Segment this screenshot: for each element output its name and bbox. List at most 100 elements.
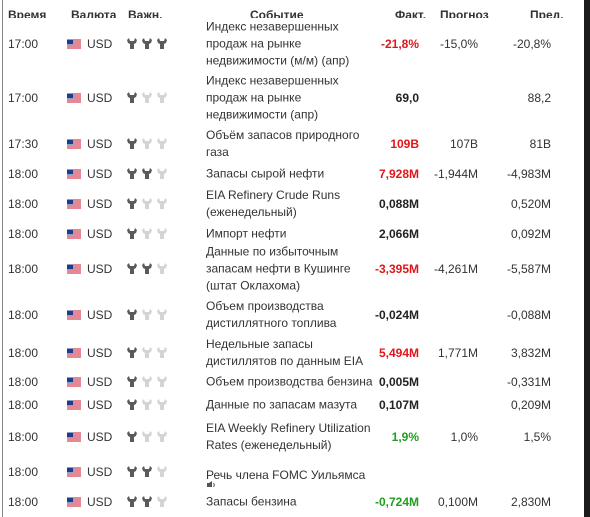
row-event[interactable]: Данные по запасам мазута [206,397,376,414]
table-row[interactable]: 18:00 USD Речь члена FOMC Уильямса [0,457,584,489]
table-row[interactable]: 18:00 USD Импорт нефти 2,066M 0,092M [0,222,584,246]
us-flag-icon [67,93,81,103]
row-event[interactable]: EIA Refinery Crude Runs (еженедельный) [206,187,376,221]
us-flag-icon [67,348,81,358]
importance-indicator [126,347,168,359]
divider [2,0,3,517]
row-actual: -0,024M [374,307,419,322]
table-row[interactable]: 17:30 USD Объём запасов природного газа 109… [0,126,584,163]
importance-indicator [126,466,168,478]
table-row[interactable]: 18:00 USD EIA Refinery Crude Runs (еженеде… [0,186,584,223]
row-previous: 3,832M [510,346,551,360]
bull-icon [142,496,152,507]
row-event[interactable]: Недельные запасы дистиллятов по данным E… [206,336,376,370]
row-forecast: -1,944M [433,167,478,181]
bull-icon [142,263,152,274]
bull-icon [127,38,137,49]
row-event[interactable]: Объём запасов природного газа [206,127,376,161]
bull-icon [157,308,167,320]
bull-icon [157,92,167,103]
row-actual: -21,8% [380,37,419,51]
us-flag-icon [67,169,81,179]
row-time: 18:00 [8,398,39,412]
row-event[interactable]: Речь члена FOMC Уильямса [206,467,376,484]
table-row[interactable]: 17:00 USD Индекс незавершенных продаж на р… [0,70,584,127]
us-flag-icon [67,467,81,477]
row-time: 18:00 [8,430,39,444]
row-forecast: 1,771M [437,346,478,360]
us-flag-icon [67,39,81,49]
importance-indicator [126,308,168,321]
row-currency: USD [87,346,113,360]
us-flag-icon [67,310,81,319]
row-currency: USD [87,91,113,105]
row-previous: 0,520M [510,197,551,211]
row-event[interactable]: Данные по избыточным запасам нефти в Куш… [206,244,376,295]
bull-icon [157,347,167,358]
table-row[interactable]: 18:00 USD Данные по запасам мазута 0,107M 0,… [0,393,584,418]
importance-indicator [126,431,168,443]
table-row[interactable]: 18:00 USD Запасы сырой нефти 7,928M -1,944M -… [0,162,584,187]
us-flag-icon [67,432,81,442]
row-event[interactable]: Индекс незавершенных продаж на рынке нед… [206,19,376,70]
importance-indicator [126,92,168,104]
row-event[interactable]: Запасы бензина [206,494,376,511]
bull-icon [127,496,137,507]
row-event[interactable]: Объем производства бензина [206,373,376,390]
bull-icon [157,168,167,179]
bull-icon [127,466,137,477]
row-time: 18:00 [8,197,39,211]
bull-icon [157,399,167,410]
row-previous: 88,2 [527,91,551,105]
row-previous: -20,8% [512,37,551,51]
us-flag-icon [67,139,81,149]
row-time: 18:00 [8,307,39,322]
importance-indicator [126,263,168,275]
table-row[interactable]: 18:00 USD Данные по избыточным запасам неф… [0,245,584,294]
bull-icon [127,431,137,442]
row-currency: USD [87,37,113,51]
bull-icon [157,198,167,209]
row-actual: 7,928M [378,167,419,181]
row-forecast: 107B [449,137,478,151]
row-event[interactable]: EIA Weekly Refinery Utilization Rates (е… [206,420,376,454]
table-row[interactable]: 17:00 USD Индекс незавершенных продаж на р… [0,18,584,71]
row-time: 18:00 [8,495,39,509]
row-time: 18:00 [8,346,39,360]
row-actual: 109B [390,137,419,151]
bull-icon [142,347,152,358]
row-previous: -0,331M [506,374,551,389]
row-event[interactable]: Запасы сырой нефти [206,166,376,183]
us-flag-icon [67,377,81,386]
row-event[interactable]: Индекс незавершенных продаж на рынке нед… [206,73,376,124]
bull-icon [127,308,137,320]
bull-icon [142,38,152,49]
row-event[interactable]: Объем производства дистиллятного топлива [206,298,376,332]
table-row[interactable]: 18:00 USD Объем производства дистиллятного… [0,293,584,337]
row-forecast: 0,100M [437,495,478,509]
table-row[interactable]: 18:00 USD EIA Weekly Refinery Utilization … [0,417,584,458]
importance-indicator [126,38,168,50]
row-forecast: -15,0% [439,37,478,51]
bull-icon [142,375,152,387]
importance-indicator [126,168,168,180]
bull-icon [157,263,167,274]
us-flag-icon [67,264,81,274]
row-actual: 1,9% [391,430,419,444]
row-time: 18:00 [8,167,39,181]
table-row[interactable]: 18:00 USD Недельные запасы дистиллятов по … [0,336,584,371]
row-event[interactable]: Импорт нефти [206,225,376,242]
table-row[interactable]: 18:00 USD Объем производства бензина 0,005M… [0,370,584,394]
scrollbar[interactable] [584,0,590,517]
bull-icon [142,308,152,320]
row-previous: -0,088M [506,307,551,322]
importance-indicator [126,198,168,210]
importance-indicator [126,399,168,411]
bull-icon [127,138,137,149]
row-currency: USD [87,262,113,276]
importance-indicator [126,496,168,508]
row-previous: -4,983M [506,167,551,181]
row-currency: USD [87,167,113,181]
table-row[interactable]: 18:00 USD Запасы бензина -0,724M 0,100M 2,830… [0,487,584,517]
bull-icon [142,198,152,209]
